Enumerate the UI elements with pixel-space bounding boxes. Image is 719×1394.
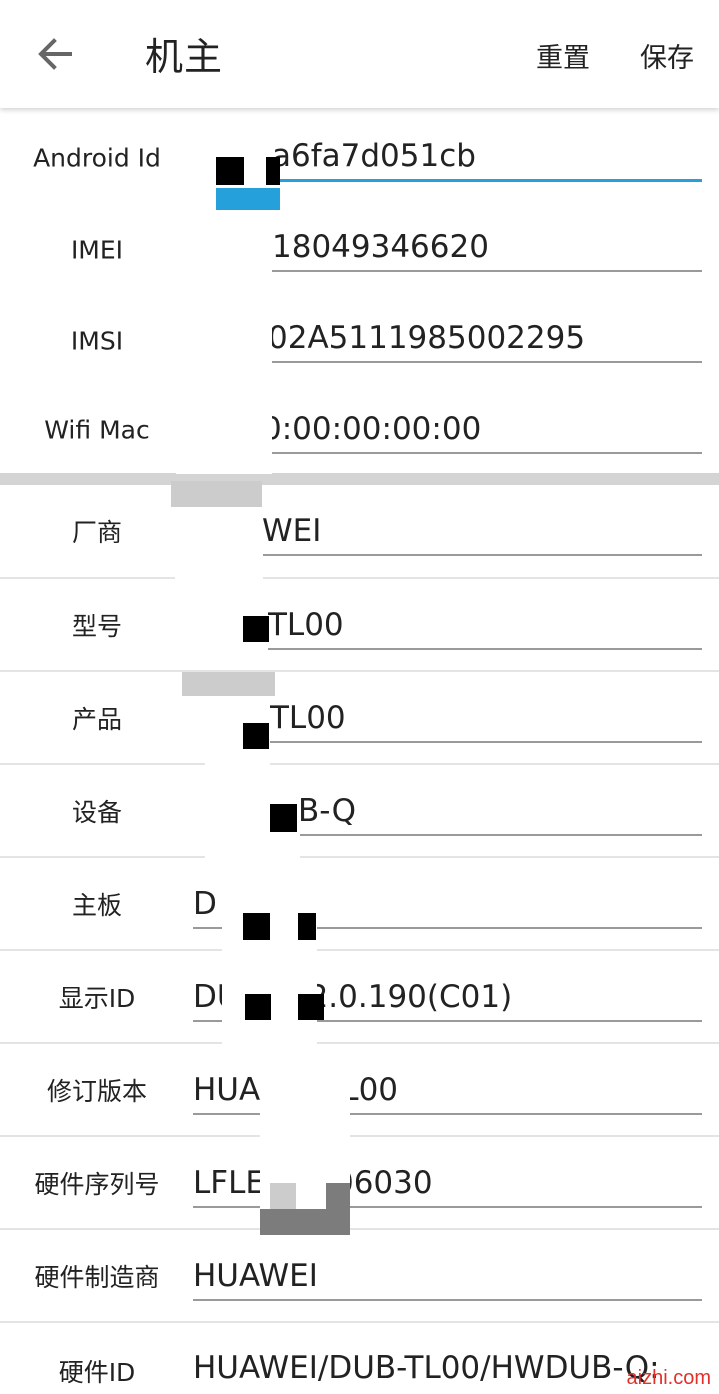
- android-id-input[interactable]: a6fa7d051cb: [272, 133, 702, 182]
- imsi-input[interactable]: 02A5111985002295: [268, 315, 702, 363]
- device-input[interactable]: B-Q: [298, 788, 702, 836]
- field-label: IMSI: [70, 326, 124, 356]
- form-row-hardware-id: 硬件ID HUAWEI/DUB-TL00/HWDUB-Q:: [0, 1323, 719, 1394]
- form-row-imei: IMEI 18049346620: [0, 204, 719, 296]
- field-label: Wifi Mac: [44, 415, 150, 445]
- form-row-manufacturer: 厂商 WEI: [0, 485, 719, 577]
- manufacturer-input[interactable]: WEI: [262, 508, 702, 556]
- field-label: 产品: [71, 705, 122, 734]
- reset-button[interactable]: 重置: [536, 36, 590, 75]
- form-row-wifi-mac: Wifi Mac 0:00:00:00:00: [0, 387, 719, 473]
- field-label: 硬件ID: [58, 1358, 136, 1387]
- model-input[interactable]: TL00: [268, 602, 702, 650]
- field-label: 设备: [71, 798, 122, 827]
- form-row-hardware-manufacturer: 硬件制造商 HUAWEI: [0, 1230, 719, 1322]
- field-label: 厂商: [71, 518, 122, 547]
- wifi-mac-input[interactable]: 0:00:00:00:00: [262, 406, 702, 454]
- field-label: Android Id: [33, 143, 161, 173]
- form-row-model: 型号 TL00: [0, 579, 719, 671]
- form-row-display-id: 显示ID DU 0 8.2.0.190(C01): [0, 951, 719, 1043]
- form-row-serial: 硬件序列号 LFLE 18206030: [0, 1137, 719, 1229]
- field-label: 硬件制造商: [34, 1263, 160, 1292]
- field-label: 修订版本: [46, 1077, 147, 1106]
- form-row-incremental: 修订版本 HUA UB-TL00: [0, 1044, 719, 1136]
- field-label: 主板: [71, 891, 122, 920]
- form-row-device: 设备 B-Q: [0, 765, 719, 857]
- form-row-android-id: Android Id a6fa7d051cb: [0, 112, 719, 204]
- form-row-product: 产品 TL00: [0, 672, 719, 764]
- hardware-manufacturer-input[interactable]: HUAWEI: [193, 1253, 702, 1301]
- imei-input[interactable]: 18049346620: [272, 224, 702, 272]
- product-input[interactable]: TL00: [270, 695, 702, 743]
- arrow-left-icon: [38, 38, 72, 70]
- text-cursor-handle[interactable]: [216, 188, 280, 210]
- field-label: IMEI: [70, 235, 124, 265]
- form-row-board: 主板 D 00: [0, 858, 719, 950]
- form-row-imsi: IMSI 02A5111985002295: [0, 295, 719, 387]
- save-button[interactable]: 保存: [640, 36, 694, 75]
- app-bar: 机主 重置 保存: [0, 0, 719, 108]
- field-label: 型号: [71, 612, 122, 641]
- back-button[interactable]: [30, 30, 82, 78]
- page-title: 机主: [145, 35, 224, 79]
- section-divider: [0, 473, 719, 485]
- watermark-text: aizhi.com: [626, 1367, 711, 1389]
- field-label: 硬件序列号: [34, 1170, 160, 1199]
- field-label: 显示ID: [58, 984, 136, 1013]
